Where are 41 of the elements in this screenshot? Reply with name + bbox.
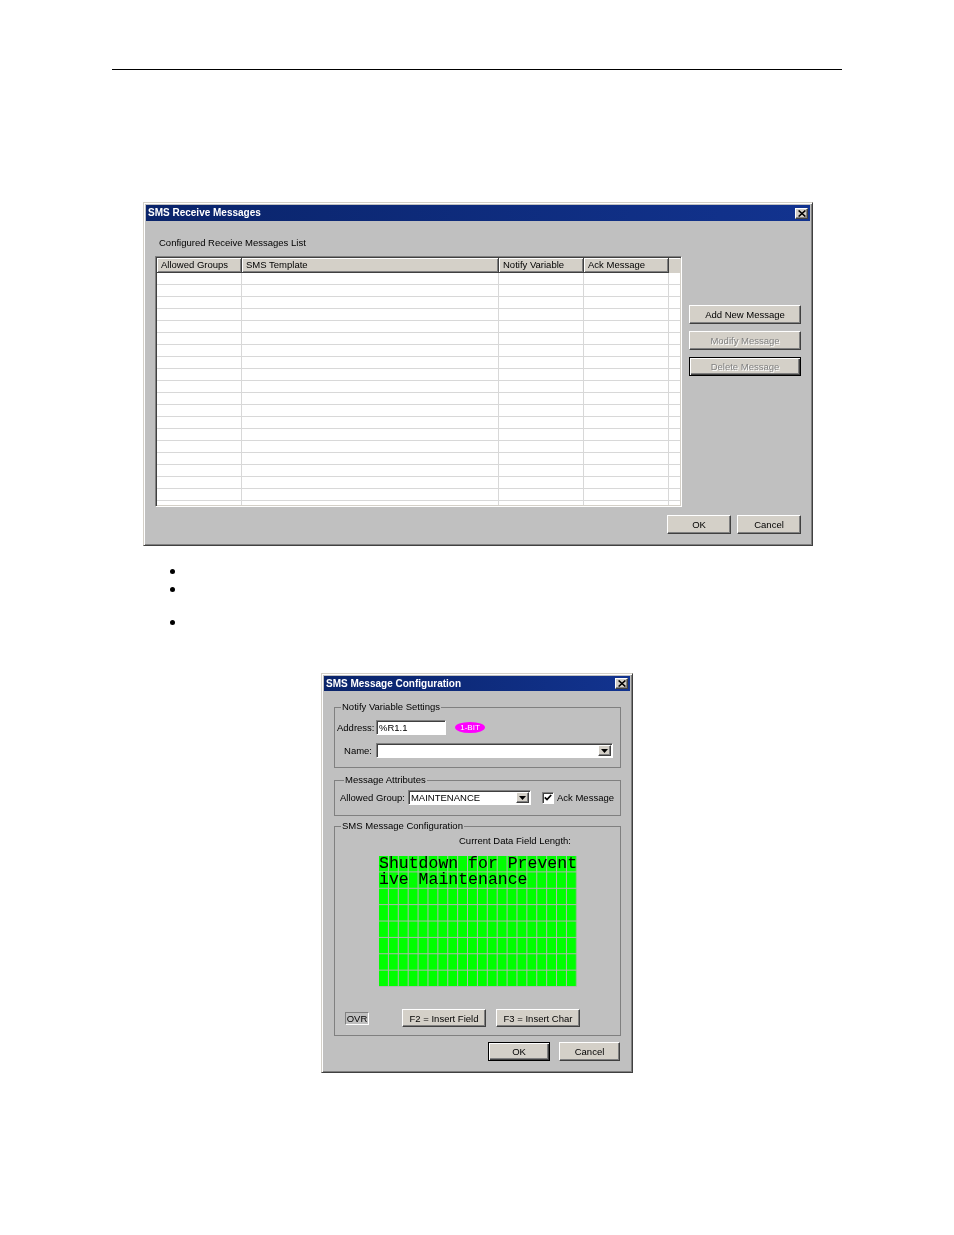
cancel-button[interactable]: Cancel [559, 1042, 620, 1061]
name-combobox[interactable] [376, 743, 613, 758]
bullet-icon [170, 587, 175, 592]
column-header[interactable]: SMS Template [242, 258, 499, 273]
bullet-icon [170, 569, 175, 574]
mode-indicator: OVR [345, 1011, 369, 1025]
window-title: SMS Receive Messages [148, 207, 261, 219]
message-list[interactable]: Allowed Groups SMS Template Notify Variable Ack Message [155, 256, 682, 507]
group-label: SMS Message Configuration [341, 821, 464, 831]
caret-icon [518, 795, 526, 800]
caret-icon [601, 748, 608, 753]
bullet-icon [170, 620, 175, 625]
length-label: Current Data Field Length: [459, 835, 571, 847]
close-button[interactable] [615, 678, 628, 689]
list-label: Configured Receive Messages List [159, 237, 306, 249]
address-field[interactable]: %R1.1 [376, 720, 446, 735]
check-icon [543, 794, 552, 801]
allowed-group-label: Allowed Group: [340, 792, 405, 803]
column-header[interactable]: Ack Message [584, 258, 669, 273]
insert-char-button[interactable]: F3 = Insert Char [496, 1009, 580, 1027]
window-title: SMS Message Configuration [326, 677, 461, 690]
address-label: Address: [337, 722, 372, 733]
cancel-button[interactable]: Cancel [737, 515, 801, 534]
dropdown-button[interactable] [515, 792, 529, 803]
column-header[interactable]: Notify Variable [499, 258, 584, 273]
insert-field-button[interactable]: F2 = Insert Field [402, 1009, 486, 1027]
dropdown-button[interactable] [598, 745, 611, 756]
close-button[interactable] [795, 207, 808, 219]
group-label: Message Attributes [344, 775, 427, 785]
name-label: Name: [343, 745, 372, 756]
action-button[interactable]: Add New Message [689, 305, 801, 324]
ok-button[interactable]: OK [667, 515, 731, 534]
group-label: Notify Variable Settings [341, 702, 442, 712]
close-icon [617, 680, 626, 687]
checkbox[interactable] [541, 791, 554, 804]
group-combobox[interactable]: MAINTENANCE [407, 790, 531, 805]
checkbox-label[interactable]: Ack Message [556, 792, 614, 803]
close-icon [797, 209, 806, 217]
ok-button[interactable]: OK [488, 1042, 550, 1061]
bit-badge: 1-BIT [455, 722, 485, 733]
column-header[interactable]: Allowed Groups [157, 258, 242, 273]
